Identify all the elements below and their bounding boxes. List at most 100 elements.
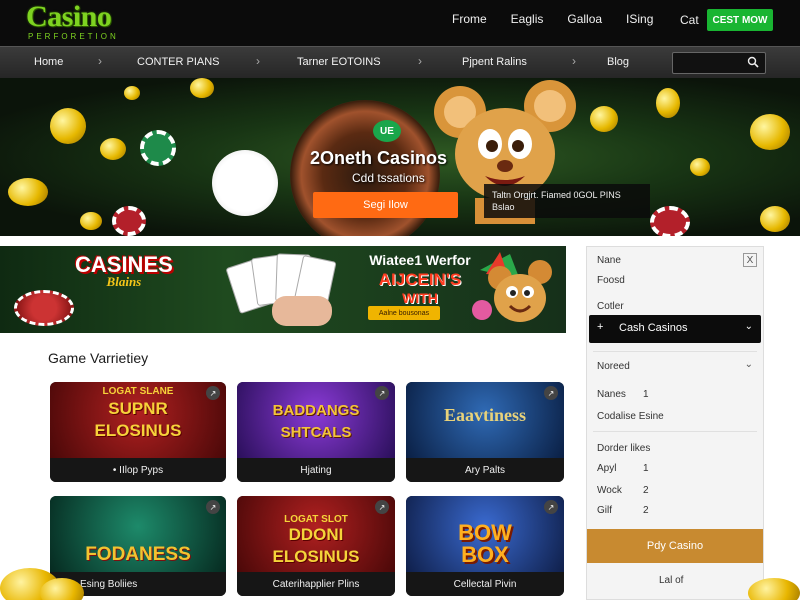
chip-decoration	[112, 206, 146, 236]
nav-tarner-eotoins[interactable]: Tarner EOTOINS	[297, 56, 381, 68]
game-art: LOGAT SLANE SUPNR ELOSINUS ↗	[50, 382, 226, 458]
chevron-down-icon: ⌄	[744, 321, 753, 332]
sidebar-row-gilf[interactable]: Gilf	[597, 505, 612, 516]
sidebar-row-codalise[interactable]: Codalise Esine	[597, 411, 664, 422]
game-art: Eaavtiness ↗	[406, 382, 564, 458]
expand-icon[interactable]: ↗	[206, 500, 220, 514]
expand-icon[interactable]: ↗	[206, 386, 220, 400]
sidebar-row-foosd[interactable]: Foosd	[597, 275, 625, 286]
logo-text: Casino	[26, 0, 112, 33]
expand-icon[interactable]: ↗	[544, 386, 558, 400]
coin-decoration	[50, 108, 86, 144]
promo-line3: WITH	[402, 290, 438, 306]
game-card-3[interactable]: Eaavtiness ↗ Ary Palts	[406, 382, 564, 482]
promo-banner[interactable]: CASINES Blains Wiatee1 Werfor AIJCEIN'S …	[0, 246, 566, 333]
cta-button[interactable]: CEST MOW	[707, 9, 773, 31]
sidebar-value-apyl: 1	[643, 463, 649, 474]
search-input[interactable]	[673, 53, 743, 74]
expand-icon[interactable]: ↗	[375, 500, 389, 514]
cat-link[interactable]: Cat	[680, 13, 699, 27]
coin-decoration	[690, 158, 710, 176]
main-nav: Home › CONTER PIANS › Tarner EOTOINS › P…	[0, 46, 800, 78]
chevron-right-icon: ›	[256, 54, 260, 68]
hero-title: 2Oneth Casinos	[310, 148, 448, 168]
game-art-title: SUPNR ELOSINUS	[94, 399, 182, 440]
poker-chip-image	[212, 150, 278, 216]
close-icon[interactable]: X	[743, 253, 757, 267]
expand-icon[interactable]: ↗	[544, 500, 558, 514]
game-art-title: FODANESS	[85, 544, 191, 565]
hero-banner: UE 2Oneth Casinos Cdd tssations Segi Ilo…	[0, 78, 800, 236]
game-art-title: Eaavtiness	[443, 405, 526, 425]
game-art-top: LOGAT SLANE	[102, 386, 174, 397]
hero-subtitle: Cdd tssations	[352, 171, 425, 185]
top-header: Casino PERFORETION Frome Eaglis Galloa I…	[0, 0, 800, 46]
sidebar-value-wock: 2	[643, 485, 649, 496]
sidebar-row-nanes: Nanes	[597, 389, 626, 400]
promo-line1: Wiatee1 Werfor	[369, 252, 471, 268]
search-box	[672, 52, 766, 74]
game-caption: • IIlop Pyps	[50, 458, 226, 482]
chevron-right-icon: ›	[572, 54, 576, 68]
coin-decoration	[190, 78, 214, 98]
top-nav-item-3[interactable]: Galloa	[567, 12, 602, 26]
plus-icon: +	[597, 321, 604, 333]
hero-signup-button[interactable]: Segi Ilow	[313, 192, 458, 218]
chip-decoration	[140, 130, 176, 166]
sidebar-footer-link[interactable]: Lal of	[659, 575, 683, 586]
sidebar-value-gilf: 2	[643, 505, 649, 516]
coin-decoration	[100, 138, 126, 160]
game-card-2[interactable]: BADDANGS SHTCALS ↗ Hjating	[237, 382, 395, 482]
top-nav-item-2[interactable]: Eaglis	[511, 12, 544, 26]
game-art: LOGAT SLOT DDONI ELOSINUS ↗	[237, 496, 395, 572]
hero-badge: UE	[373, 120, 401, 142]
search-icon[interactable]	[747, 56, 759, 68]
logo-subtext: PERFORETION	[28, 32, 119, 41]
nav-conter-pians[interactable]: CONTER PIANS	[137, 56, 220, 68]
sidebar-row-cotler: Cotler	[597, 301, 624, 312]
nav-pjpent-ralins[interactable]: Pjpent Ralins	[462, 56, 527, 68]
game-art: BADDANGS SHTCALS ↗	[237, 382, 395, 458]
chevron-right-icon: ›	[418, 54, 422, 68]
filter-sidebar: X Nane Foosd Cotler + Cash Casinos ⌄ Nor…	[586, 246, 764, 600]
sidebar-section-noreed[interactable]: Noreed	[597, 361, 630, 372]
sidebar-row-apyl[interactable]: Apyl	[597, 463, 616, 474]
coin-decoration	[760, 206, 790, 232]
game-art-title: BOW BOX	[458, 520, 512, 567]
play-casino-button[interactable]: Pdy Casino	[587, 529, 763, 563]
game-card-6[interactable]: BOW BOX ↗ Cellectal Pivin	[406, 496, 564, 596]
game-caption: Ary Palts	[406, 458, 564, 482]
promo-button[interactable]: Aalne bousonas	[368, 306, 440, 320]
game-card-5[interactable]: LOGAT SLOT DDONI ELOSINUS ↗ Caterihappli…	[237, 496, 395, 596]
game-art: FODANESS ↗	[50, 496, 226, 572]
chip-decoration	[650, 206, 690, 236]
coin-decoration	[40, 578, 84, 600]
chevron-down-icon[interactable]: ⌄	[745, 359, 753, 370]
nav-blog[interactable]: Blog	[607, 56, 629, 68]
top-nav-item-1[interactable]: Frome	[452, 12, 487, 26]
sidebar-row-nane: Nane	[597, 255, 621, 266]
sidebar-value-nanes: 1	[643, 389, 649, 400]
game-caption: Hjating	[237, 458, 395, 482]
hand-image	[272, 296, 332, 326]
top-nav: Frome Eaglis Galloa ISing	[452, 12, 653, 26]
sidebar-section-dorder: Dorder likes	[597, 443, 651, 454]
expand-icon[interactable]: ↗	[375, 386, 389, 400]
coin-decoration	[750, 114, 790, 150]
coin-decoration	[124, 86, 140, 100]
select-value: Cash Casinos	[619, 322, 688, 334]
coin-decoration	[8, 178, 48, 206]
game-card-1[interactable]: LOGAT SLANE SUPNR ELOSINUS ↗ • IIlop Pyp…	[50, 382, 226, 482]
game-art-title: DDONI ELOSINUS	[272, 525, 360, 566]
nav-home[interactable]: Home	[34, 56, 63, 68]
casino-type-select[interactable]: + Cash Casinos ⌄	[589, 315, 761, 343]
mascot-mouse-image	[472, 252, 552, 322]
hero-promo-box[interactable]: Taltn Orgjrt. Fiamed 0GOL PINS Bslao	[484, 184, 650, 218]
hero-promo-line1: Taltn Orgjrt. Fiamed 0GOL PINS	[492, 190, 621, 200]
promo-logo: CASINES Blains	[75, 252, 173, 290]
site-logo[interactable]: Casino PERFORETION	[26, 0, 119, 42]
section-title: Game Varrietiey	[48, 350, 149, 366]
game-art-title: BADDANGS SHTCALS	[272, 402, 360, 441]
top-nav-item-4[interactable]: ISing	[626, 12, 653, 26]
sidebar-row-wock[interactable]: Wock	[597, 485, 622, 496]
